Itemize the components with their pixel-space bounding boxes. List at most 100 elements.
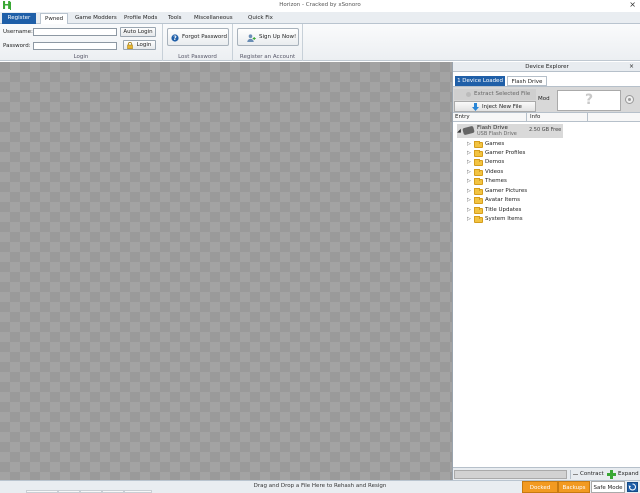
mod-label: Mod — [538, 96, 550, 102]
column-entry[interactable]: Entry — [453, 113, 527, 122]
column-info[interactable]: Info — [528, 113, 588, 122]
folder-icon — [474, 197, 483, 204]
folder-label: Games — [485, 141, 505, 147]
folder-label: System Items — [485, 216, 523, 222]
user-add-icon — [247, 33, 256, 42]
close-window-button[interactable]: × — [629, 0, 636, 10]
lost-password-group: ? Forgot Password Lost Password — [163, 24, 233, 61]
expand-arrow-icon[interactable]: ▷ — [467, 141, 471, 147]
folder-system-items[interactable]: ▷ System Items — [467, 215, 587, 224]
ribbon: Username: Auto Login Password: Login Log… — [0, 24, 640, 61]
drive-type: USB Flash Drive — [477, 131, 517, 137]
login-button-label: Login — [136, 42, 152, 48]
forgot-password-button[interactable]: ? Forgot Password — [167, 28, 229, 46]
expand-arrow-icon[interactable]: ▷ — [467, 178, 471, 184]
password-label: Password: — [3, 43, 31, 49]
inject-file-label: Inject New File — [482, 104, 522, 110]
download-arrow-icon — [472, 103, 479, 111]
settings-icon[interactable] — [625, 95, 634, 104]
tab-tools[interactable]: Tools — [164, 13, 186, 24]
folder-icon — [474, 141, 483, 148]
tab-quick-fix[interactable]: Quick Fix — [244, 13, 277, 24]
folder-demos[interactable]: ▷ Demos — [467, 158, 587, 167]
tab-pwned[interactable]: Pwned — [40, 13, 69, 24]
expand-arrow-icon[interactable]: ▷ — [467, 197, 471, 203]
menu-bar: Register Pwned Game Modders Profile Mods… — [0, 12, 640, 35]
expand-arrow-icon[interactable]: ▷ — [467, 188, 471, 194]
backups-toggle[interactable]: Backups — [558, 481, 590, 493]
login-group: Username: Auto Login Password: Login Log… — [0, 24, 163, 61]
extract-file-label: Extract Selected File — [474, 91, 531, 97]
filter-input[interactable] — [454, 470, 567, 479]
folder-themes[interactable]: ▷ Themes — [467, 177, 587, 186]
extract-icon — [466, 92, 471, 97]
device-explorer-panel: Device Explorer × 1 Device Loaded Flash … — [452, 62, 640, 480]
folder-avatar-items[interactable]: ▷ Avatar Items — [467, 196, 587, 205]
folder-icon — [474, 216, 483, 223]
lock-icon — [127, 41, 133, 50]
folder-gamer-pictures[interactable]: ▷ Gamer Pictures — [467, 187, 587, 196]
folder-gamer-profiles[interactable]: ▷ Gamer Profiles — [467, 149, 587, 158]
folder-icon — [474, 169, 483, 176]
folder-label: Videos — [485, 169, 504, 175]
forgot-password-label: Forgot Password — [182, 34, 227, 40]
tab-devices-loaded[interactable]: 1 Device Loaded — [455, 76, 505, 86]
close-panel-icon[interactable]: × — [629, 62, 634, 72]
folder-videos[interactable]: ▷ Videos — [467, 168, 587, 177]
auto-login-button[interactable]: Auto Login — [120, 27, 156, 37]
window-title: Horizon - Cracked by xSonoro — [279, 2, 361, 8]
extract-file-button[interactable]: Extract Selected File — [454, 89, 536, 100]
contract-button[interactable]: Contract — [570, 470, 604, 479]
plus-icon — [607, 470, 616, 479]
folder-title-updates[interactable]: ▷ Title Updates — [467, 206, 587, 215]
lost-password-group-label: Lost Password — [178, 54, 217, 60]
flash-drive-node[interactable]: ◢ Flash Drive USB Flash Drive 2.50 GB Fr… — [457, 124, 563, 138]
contract-label: Contract — [580, 471, 604, 477]
login-group-label: Login — [73, 54, 89, 60]
sign-up-label: Sign Up Now! — [259, 34, 297, 40]
expand-button[interactable]: Expand — [605, 470, 640, 479]
drop-area[interactable] — [0, 62, 452, 480]
expand-label: Expand — [618, 471, 639, 477]
refresh-icon[interactable] — [627, 482, 638, 492]
expand-arrow-icon[interactable]: ▷ — [467, 150, 471, 156]
register-group: Sign Up Now! Register an Account — [233, 24, 303, 61]
folder-icon — [474, 188, 483, 195]
folder-label: Gamer Pictures — [485, 188, 528, 194]
drive-free-space: 2.50 GB Free — [529, 127, 562, 133]
folder-games[interactable]: ▷ Games — [467, 140, 587, 149]
title-bar: H Horizon - Cracked by xSonoro × — [0, 0, 640, 12]
sign-up-button[interactable]: Sign Up Now! — [237, 28, 299, 46]
username-label: Username: — [3, 29, 33, 35]
usb-drive-icon — [462, 125, 475, 136]
folder-label: Title Updates — [485, 207, 522, 213]
tab-flash-drive[interactable]: Flash Drive — [507, 76, 547, 86]
folder-label: Gamer Profiles — [485, 150, 526, 156]
tab-register[interactable]: Register — [2, 13, 36, 24]
password-input[interactable] — [33, 42, 117, 50]
folder-icon — [474, 159, 483, 166]
expand-arrow-icon[interactable]: ▷ — [467, 207, 471, 213]
minus-icon — [573, 474, 578, 475]
expand-arrow-icon[interactable]: ▷ — [467, 159, 471, 165]
inject-file-button[interactable]: Inject New File — [454, 101, 536, 112]
login-button[interactable]: Login — [123, 40, 156, 50]
docked-toggle[interactable]: Docked — [522, 481, 558, 493]
help-icon: ? — [171, 33, 179, 42]
folder-icon — [474, 207, 483, 214]
safe-mode-toggle[interactable]: Safe Mode — [591, 481, 625, 493]
tab-miscellaneous[interactable]: Miscellaneous — [190, 13, 237, 24]
collapse-arrow-icon[interactable]: ◢ — [457, 128, 461, 134]
device-toolbar: Extract Selected File Inject New File Mo… — [453, 86, 640, 113]
device-explorer-title: Device Explorer — [453, 62, 640, 72]
username-input[interactable] — [33, 28, 117, 36]
tab-game-modders[interactable]: Game Modders — [71, 13, 121, 24]
file-preview: ? — [557, 90, 621, 111]
svg-text:?: ? — [173, 35, 177, 42]
tab-profile-mods[interactable]: Profile Mods — [120, 13, 161, 24]
expand-arrow-icon[interactable]: ▷ — [467, 169, 471, 175]
expand-arrow-icon[interactable]: ▷ — [467, 216, 471, 222]
tree-header: Entry Info — [453, 113, 640, 122]
panel-footer: Contract Expand — [453, 467, 640, 480]
register-group-label: Register an Account — [239, 54, 296, 60]
